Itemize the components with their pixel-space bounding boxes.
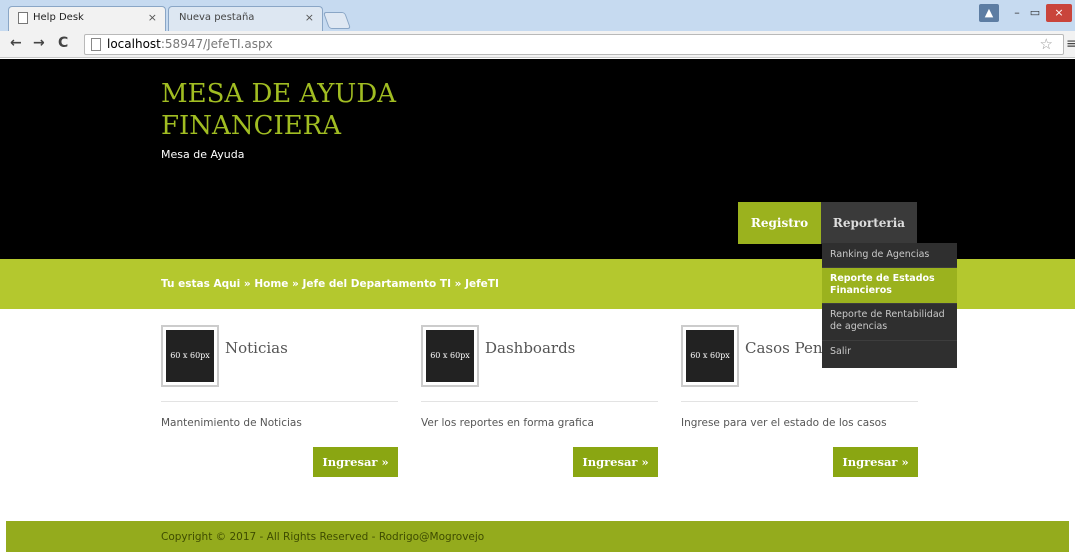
url-path: :58947/JefeTI.aspx <box>160 37 273 51</box>
nav-registro[interactable]: Registro <box>738 202 821 244</box>
divider <box>161 401 398 402</box>
reporteria-dropdown: Ranking de Agencias Reporte de Estados F… <box>822 243 957 368</box>
tab-help-desk[interactable]: Help Desk × <box>8 6 166 31</box>
site-header: MESA DE AYUDA FINANCIERA Mesa de Ayuda R… <box>0 59 1075 259</box>
page-icon <box>91 38 101 51</box>
browser-tab-bar: Help Desk × Nueva pestaña × ▲ – ▭ × <box>0 0 1075 31</box>
url-input[interactable]: localhost:58947/JefeTI.aspx ☆ <box>84 34 1064 55</box>
thumbnail-image: 60 x 60px <box>421 325 479 387</box>
box-description: Mantenimiento de Noticias <box>161 417 302 429</box>
ingresar-button[interactable]: Ingresar » <box>573 447 658 477</box>
divider <box>681 401 918 402</box>
logo-subtitle: Mesa de Ayuda <box>161 148 245 161</box>
nav-reporteria[interactable]: Reporteria <box>821 202 917 244</box>
divider <box>421 401 658 402</box>
address-bar-row: ← → C localhost:58947/JefeTI.aspx ☆ <box>0 31 1075 58</box>
ingresar-button[interactable]: Ingresar » <box>833 447 918 477</box>
menu-item-reporte-estados-financieros[interactable]: Reporte de Estados Financieros <box>822 268 957 304</box>
menu-item-reporte-rentabilidad[interactable]: Reporte de Rentabilidad de agencias <box>822 304 957 341</box>
page-icon <box>18 12 28 24</box>
maximize-button[interactable]: ▭ <box>1028 4 1042 22</box>
forward-arrow-icon[interactable]: → <box>33 35 45 51</box>
close-window-button[interactable]: × <box>1046 4 1072 22</box>
url-host: localhost <box>107 37 161 51</box>
browser-menu-icon[interactable]: ≡ <box>1066 36 1075 52</box>
new-tab-button[interactable] <box>322 12 352 29</box>
back-arrow-icon[interactable]: ← <box>10 35 22 51</box>
breadcrumb: Tu estas Aqui » Home » Jefe del Departam… <box>161 278 499 290</box>
close-tab-icon[interactable]: × <box>148 11 157 24</box>
box-title: Noticias <box>225 339 288 357</box>
site-footer: Copyright © 2017 - All Rights Reserved -… <box>6 521 1069 552</box>
thumbnail-image: 60 x 60px <box>161 325 219 387</box>
menu-item-ranking-agencias[interactable]: Ranking de Agencias <box>822 243 957 268</box>
tab-nueva-pestana[interactable]: Nueva pestaña × <box>168 6 323 31</box>
box-description: Ingrese para ver el estado de los casos <box>681 417 887 429</box>
ingresar-button[interactable]: Ingresar » <box>313 447 398 477</box>
menu-item-salir[interactable]: Salir <box>822 341 957 368</box>
minimize-button[interactable]: – <box>1010 4 1024 22</box>
user-icon[interactable]: ▲ <box>979 4 999 22</box>
thumbnail-placeholder: 60 x 60px <box>686 330 734 382</box>
bookmark-star-icon[interactable]: ☆ <box>1040 35 1053 53</box>
url-text: localhost:58947/JefeTI.aspx <box>107 37 273 51</box>
close-tab-icon[interactable]: × <box>305 11 314 24</box>
box-description: Ver los reportes en forma grafica <box>421 417 594 429</box>
logo-title[interactable]: MESA DE AYUDA FINANCIERA <box>161 78 461 142</box>
tab-label: Nueva pestaña <box>179 12 255 23</box>
feature-box-noticias: 60 x 60px Noticias Mantenimiento de Noti… <box>161 323 398 478</box>
copyright-text: Copyright © 2017 - All Rights Reserved -… <box>161 531 485 543</box>
tab-label: Help Desk <box>33 12 84 23</box>
reload-icon[interactable]: C <box>58 35 68 51</box>
thumbnail-placeholder: 60 x 60px <box>166 330 214 382</box>
feature-box-dashboards: 60 x 60px Dashboards Ver los reportes en… <box>421 323 658 478</box>
thumbnail-image: 60 x 60px <box>681 325 739 387</box>
thumbnail-placeholder: 60 x 60px <box>426 330 474 382</box>
box-title: Dashboards <box>485 339 576 357</box>
